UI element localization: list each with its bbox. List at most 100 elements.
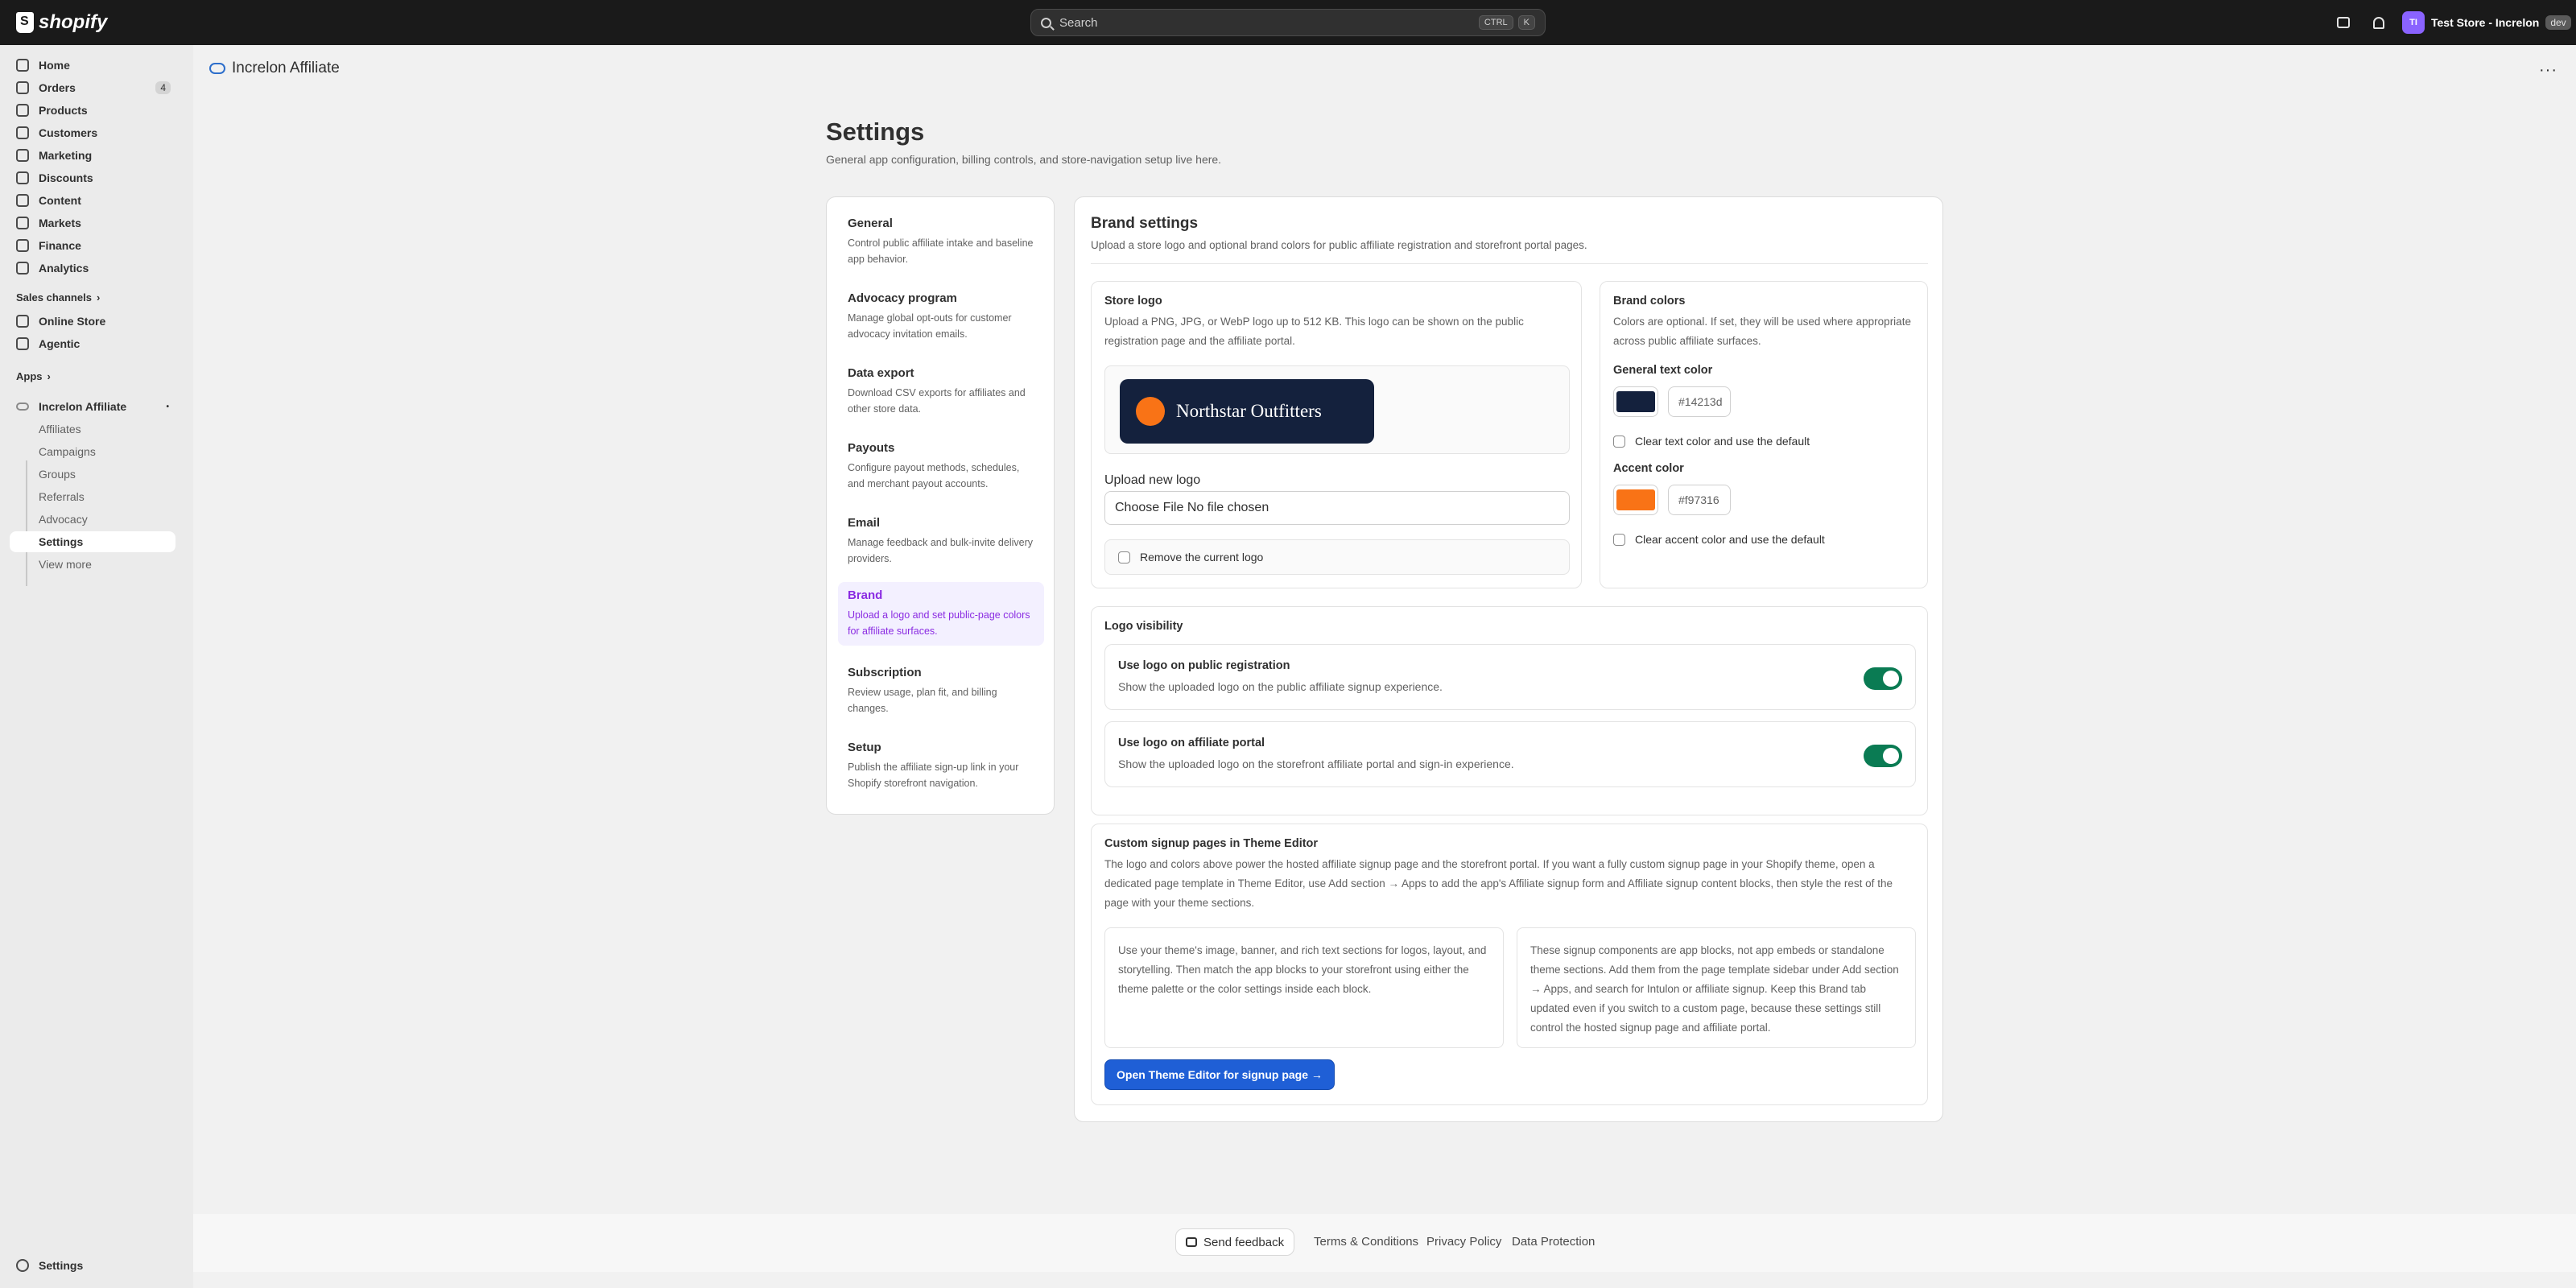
top-bar: shopify Search CTRL K TI Test Store - In…	[0, 0, 2576, 45]
sidebar-item-label: Analytics	[39, 262, 89, 275]
sidebar-settings-label: Settings	[39, 1259, 84, 1272]
brand-colors-desc: Colors are optional. If set, they will b…	[1613, 316, 1911, 347]
sidebar-item-customers[interactable]: Customers	[10, 122, 175, 143]
globe-icon	[16, 217, 29, 229]
open-theme-editor-button[interactable]: Open Theme Editor for signup page →	[1104, 1059, 1335, 1090]
text-color-hex-input[interactable]: #14213d	[1668, 386, 1731, 417]
store-menu-button[interactable]: TI Test Store - Increlon dev	[2402, 10, 2571, 35]
settings-nav-title: Payouts	[848, 441, 895, 455]
remove-logo-option[interactable]: Remove the current logo	[1104, 539, 1570, 575]
settings-nav-general[interactable]: General Control public affiliate intake …	[838, 210, 1044, 274]
sidebar-subitem-groups[interactable]: Groups	[10, 464, 175, 485]
search-input[interactable]: Search CTRL K	[1030, 9, 1546, 36]
app-header-title: Increlon Affiliate	[232, 60, 340, 76]
settings-nav-subscription[interactable]: Subscription Review usage, plan fit, and…	[838, 659, 1044, 723]
settings-nav-title: Data export	[848, 366, 914, 380]
settings-nav-brand[interactable]: Brand Upload a logo and set public-page …	[838, 582, 1044, 646]
app-header: Increlon Affiliate	[193, 45, 2576, 92]
sidebar-item-label: Products	[39, 104, 88, 117]
more-actions-icon[interactable]: ···	[2539, 61, 2557, 80]
sidebar-item-marketing[interactable]: Marketing	[10, 145, 175, 166]
logo-file-input[interactable]: Choose File No file chosen	[1104, 491, 1570, 525]
settings-nav-desc: Publish the affiliate sign-up link in yo…	[848, 762, 1019, 789]
settings-nav-title: Advocacy program	[848, 291, 957, 305]
terms-link[interactable]: Terms & Conditions	[1314, 1235, 1418, 1249]
brand-settings-subtitle: Upload a store logo and optional brand c…	[1091, 239, 1587, 251]
sidebar-item-increlon-affiliate[interactable]: Increlon Affiliate •	[10, 396, 175, 417]
clear-accent-color-checkbox[interactable]	[1613, 533, 1625, 546]
accent-color-hex-input[interactable]: #f97316	[1668, 485, 1731, 515]
apps-label: Apps	[16, 370, 43, 382]
apps-heading[interactable]: Apps ›	[16, 370, 51, 382]
settings-nav-desc: Review usage, plan fit, and billing chan…	[848, 687, 997, 714]
portal-logo-desc: Show the uploaded logo on the storefront…	[1118, 758, 1514, 770]
settings-nav-setup[interactable]: Setup Publish the affiliate sign-up link…	[838, 734, 1044, 798]
custom-signup-title: Custom signup pages in Theme Editor	[1104, 837, 1319, 850]
sidebar-subitem-advocacy[interactable]: Advocacy	[10, 509, 175, 530]
sidebar-item-markets[interactable]: Markets	[10, 213, 175, 233]
sidebar: Home Orders 4 Products Customers Marketi…	[0, 45, 193, 1288]
brand-settings-panel: Brand settings Upload a store logo and o…	[1074, 196, 1943, 1122]
shortcut-key-k: K	[1517, 15, 1535, 30]
sidebar-item-products[interactable]: Products	[10, 100, 175, 121]
sidebar-item-label: Online Store	[39, 315, 106, 328]
upload-logo-label: Upload new logo	[1104, 473, 1201, 487]
sidebar-subitem-affiliates[interactable]: Affiliates	[10, 419, 175, 440]
sidebar-item-content[interactable]: Content	[10, 190, 175, 211]
send-feedback-label: Send feedback	[1203, 1235, 1285, 1249]
sidebar-item-orders[interactable]: Orders 4	[10, 77, 175, 98]
clear-accent-color-option[interactable]: Clear accent color and use the default	[1613, 533, 1825, 546]
sidebar-item-agentic[interactable]: Agentic	[10, 333, 175, 354]
tag-icon	[16, 104, 29, 117]
registration-logo-toggle[interactable]	[1864, 667, 1902, 690]
remove-logo-checkbox[interactable]	[1118, 551, 1130, 564]
agentic-icon	[16, 337, 29, 350]
avatar: TI	[2402, 11, 2425, 34]
store-name: Test Store - Increlon	[2431, 16, 2540, 29]
bell-icon[interactable]	[2370, 14, 2388, 31]
text-color-label: General text color	[1613, 364, 1713, 377]
dev-badge: dev	[2545, 15, 2571, 30]
sidebar-subitem-settings[interactable]: Settings	[10, 531, 175, 552]
home-icon	[16, 59, 29, 72]
portal-logo-toggle[interactable]	[1864, 745, 1902, 767]
clear-text-color-checkbox[interactable]	[1613, 435, 1625, 448]
settings-nav-email[interactable]: Email Manage feedback and bulk-invite de…	[838, 510, 1044, 573]
clear-text-color-option[interactable]: Clear text color and use the default	[1613, 435, 1810, 448]
sidebar-item-label: Orders	[39, 81, 76, 94]
shopify-logo-text: shopify	[39, 11, 108, 33]
settings-nav-advocacy[interactable]: Advocacy program Manage global opt-outs …	[838, 285, 1044, 349]
person-icon	[16, 126, 29, 139]
sidebar-settings-link[interactable]: Settings	[16, 1259, 83, 1272]
logo-mark	[1136, 397, 1165, 426]
sales-channels-heading[interactable]: Sales channels ›	[16, 291, 100, 303]
sidebar-view-more[interactable]: View more	[10, 554, 175, 575]
registration-logo-desc: Show the uploaded logo on the public aff…	[1118, 680, 1443, 693]
clear-text-color-label: Clear text color and use the default	[1635, 435, 1810, 448]
sidebar-item-online-store[interactable]: Online Store	[10, 311, 175, 332]
custom-signup-desc: The logo and colors above power the host…	[1104, 858, 1893, 909]
sidebar-subitem-referrals[interactable]: Referrals	[10, 486, 175, 507]
text-color-picker[interactable]	[1613, 386, 1658, 417]
content-icon	[16, 194, 29, 207]
accent-color-picker[interactable]	[1613, 485, 1658, 515]
settings-nav-payouts[interactable]: Payouts Configure payout methods, schedu…	[838, 435, 1044, 498]
inbox-icon[interactable]	[2334, 14, 2352, 31]
custom-signup-card: Custom signup pages in Theme Editor The …	[1091, 824, 1928, 1105]
sidebar-item-label: Agentic	[39, 337, 80, 350]
logo-preview-text: Northstar Outfitters	[1176, 401, 1322, 421]
sidebar-subitem-campaigns[interactable]: Campaigns	[10, 441, 175, 462]
send-feedback-button[interactable]: Send feedback	[1175, 1228, 1295, 1256]
privacy-link[interactable]: Privacy Policy	[1426, 1235, 1501, 1249]
settings-nav-data-export[interactable]: Data export Download CSV exports for aff…	[838, 360, 1044, 423]
portal-logo-title: Use logo on affiliate portal	[1118, 737, 1265, 749]
data-protection-link[interactable]: Data Protection	[1512, 1235, 1595, 1249]
sidebar-item-analytics[interactable]: Analytics	[10, 258, 175, 279]
shopify-logo[interactable]: shopify	[16, 11, 107, 34]
sidebar-item-finance[interactable]: Finance	[10, 235, 175, 256]
divider	[1091, 263, 1928, 264]
sidebar-item-home[interactable]: Home	[10, 55, 175, 76]
sidebar-item-discounts[interactable]: Discounts	[10, 167, 175, 188]
sidebar-item-label: Markets	[39, 217, 81, 229]
settings-nav-desc: Manage feedback and bulk-invite delivery…	[848, 537, 1033, 564]
